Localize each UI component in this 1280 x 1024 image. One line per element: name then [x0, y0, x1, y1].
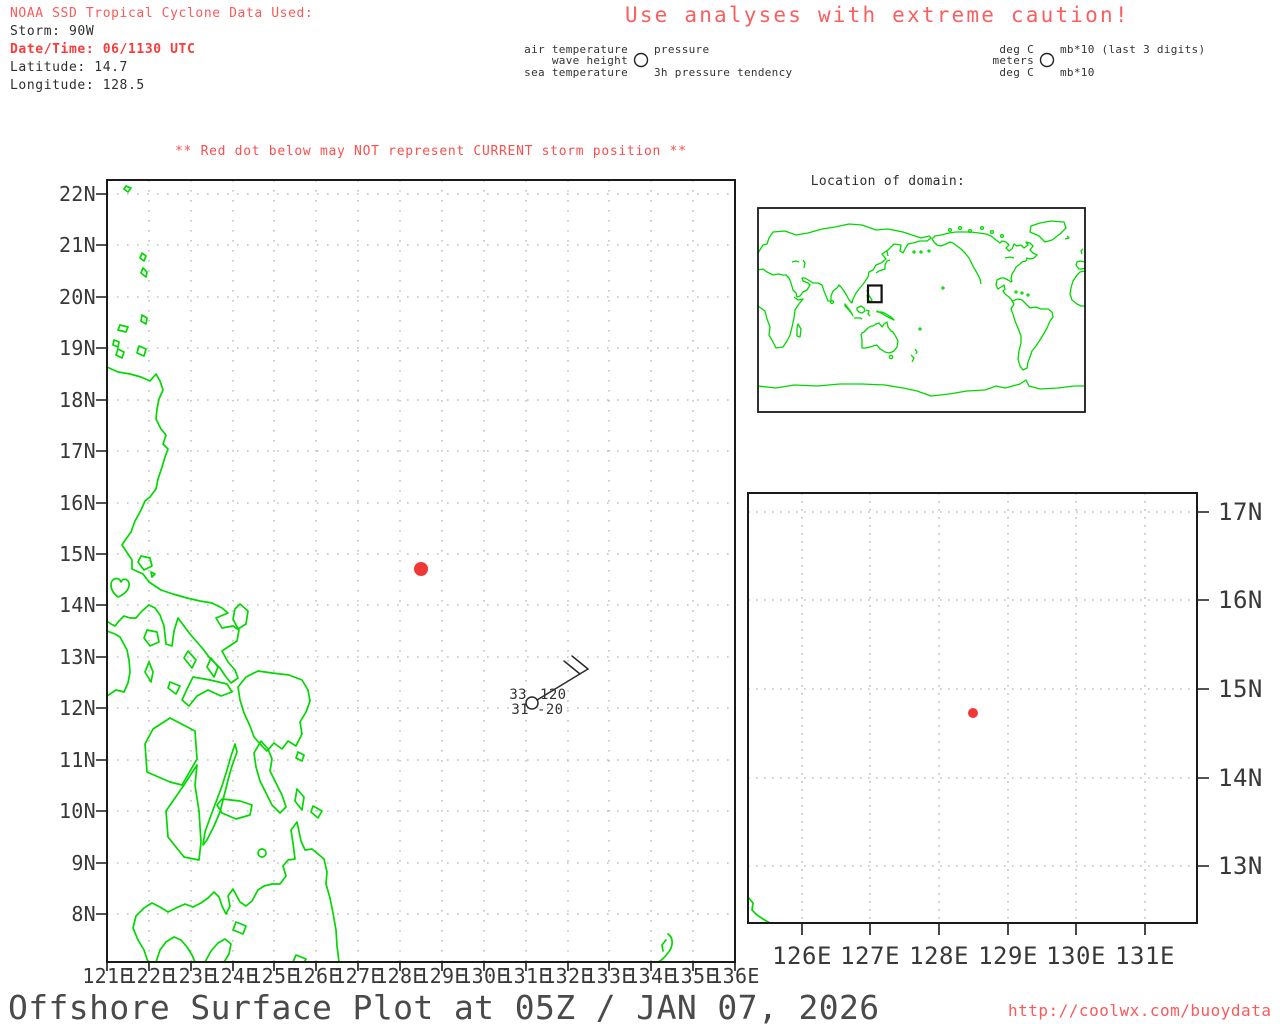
- storm-dot: [414, 562, 428, 576]
- station-air-temp: 33: [509, 687, 527, 703]
- world-inset-title: Location of domain:: [810, 174, 966, 189]
- domain-box: [866, 284, 883, 304]
- zoom-map-border: [747, 492, 1198, 924]
- main-map: [96, 179, 736, 971]
- main-y-label: 22N: [58, 182, 96, 206]
- main-y-label: 16N: [58, 491, 96, 515]
- main-y-label: 21N: [58, 233, 96, 257]
- zoom-map: [747, 492, 1209, 935]
- main-y-label: 9N: [71, 851, 96, 875]
- main-y-label: 15N: [58, 542, 96, 566]
- legend-station-circle-right: [1039, 52, 1055, 68]
- buoy-plot-page: NOAA SSD Tropical Cyclone Data Used: Sto…: [0, 0, 1280, 1024]
- zoom-x-label: 130E: [1046, 942, 1106, 970]
- main-map-ticks: [96, 193, 736, 971]
- main-y-label: 17N: [58, 439, 96, 463]
- world-coastlines: [758, 220, 1085, 397]
- storm-latitude-line: Latitude: 14.7: [10, 60, 128, 75]
- zoom-storm-dot: [968, 708, 978, 718]
- zoom-x-label: 131E: [1115, 942, 1175, 970]
- caution-banner: Use analyses with extreme caution!: [625, 3, 1130, 27]
- main-x-label: 136E: [710, 964, 760, 988]
- legend-wave-height-units: meters: [992, 54, 1034, 67]
- zoom-map-coastline: [748, 896, 772, 923]
- main-y-label: 19N: [58, 336, 96, 360]
- zoom-y-label: 16N: [1218, 586, 1263, 614]
- main-y-label: 18N: [58, 388, 96, 412]
- noaa-data-line: NOAA SSD Tropical Cyclone Data Used:: [10, 6, 314, 21]
- main-y-label: 20N: [58, 285, 96, 309]
- main-y-label: 10N: [58, 799, 96, 823]
- storm-datetime-line: Date/Time: 06/1130 UTC: [10, 42, 196, 57]
- legend-sea-temp-units: deg C: [999, 66, 1034, 79]
- legend-pressure-units: mb*10 (last 3 digits): [1060, 43, 1206, 56]
- storm-position-note: ** Red dot below may NOT represent CURRE…: [175, 144, 687, 159]
- station-pressure: 120: [540, 687, 567, 703]
- legend-tendency-units: mb*10: [1060, 66, 1095, 79]
- zoom-x-label: 127E: [840, 942, 900, 970]
- coastlines: [107, 185, 673, 962]
- legend-station-circle-left: [633, 52, 649, 68]
- station-pressure-tendency: -20: [537, 702, 564, 718]
- source-url-link[interactable]: http://coolwx.com/buoydata: [1008, 1001, 1271, 1020]
- storm-info-block: NOAA SSD Tropical Cyclone Data Used: Sto…: [10, 5, 313, 95]
- main-y-label: 13N: [58, 645, 96, 669]
- world-inset-map: [757, 207, 1086, 413]
- zoom-y-label: 14N: [1218, 764, 1263, 792]
- legend-pressure-label: pressure: [654, 43, 710, 56]
- legend-sea-temp-label: sea temperature: [524, 66, 628, 79]
- storm-id-line: Storm: 90W: [10, 24, 95, 39]
- legend-tendency-label: 3h pressure tendency: [654, 66, 793, 79]
- zoom-y-label: 17N: [1218, 498, 1263, 526]
- main-y-label: 12N: [58, 696, 96, 720]
- legend-wave-height-label: wave height: [551, 54, 628, 67]
- main-y-label: 11N: [58, 748, 96, 772]
- storm-longitude-line: Longitude: 128.5: [10, 78, 145, 93]
- zoom-map-grid: [748, 493, 1197, 923]
- zoom-map-ticks: [801, 511, 1209, 935]
- zoom-y-label: 15N: [1218, 675, 1263, 703]
- main-y-label: 14N: [58, 593, 96, 617]
- station-sea-temp: 31: [511, 702, 529, 718]
- zoom-x-label: 128E: [909, 942, 969, 970]
- main-y-label: 8N: [71, 902, 96, 926]
- zoom-y-label: 13N: [1218, 852, 1263, 880]
- plot-title: Offshore Surface Plot at 05Z / JAN 07, 2…: [8, 988, 880, 1024]
- world-inset-border: [757, 207, 1086, 413]
